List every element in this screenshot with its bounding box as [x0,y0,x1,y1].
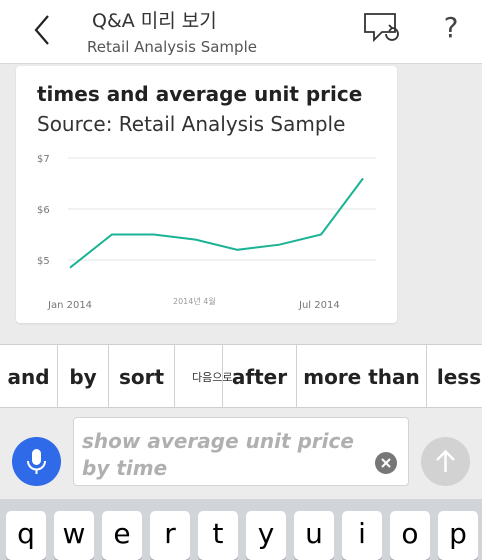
arrow-up-icon [436,449,455,472]
keyboard: q w e r t y u i o p [0,499,482,560]
x-tick-label: Jul 2014 [298,300,340,311]
chat-feedback-icon [364,13,399,43]
microphone-button[interactable] [12,437,61,486]
chart-overlay-label: 2014년 4월 [173,296,216,306]
series-group [69,177,364,269]
card-source: Source: Retail Analysis Sample [37,112,346,136]
header: Q&A 미리 보기 Retail Analysis Sample ? [0,0,482,64]
key-u[interactable]: u [294,511,334,560]
x-tick-label: Jan 2014 [47,300,92,311]
key-e[interactable]: e [102,511,142,560]
help-button[interactable]: ? [436,8,466,48]
page-subtitle: Retail Analysis Sample [87,38,257,56]
chat-area: times and average unit price Source: Ret… [0,64,482,344]
y-tick-label: $5 [37,256,50,267]
clear-button[interactable] [375,452,397,474]
suggestion-chip[interactable]: after [223,345,297,409]
microphone-icon [27,449,46,474]
answer-card[interactable]: times and average unit price Source: Ret… [16,66,397,323]
key-w[interactable]: w [54,511,94,560]
back-arrow-icon [34,15,49,45]
query-input[interactable]: show average unit price by time [73,417,409,486]
y-tick-label: $7 [37,154,50,165]
suggestion-chip[interactable]: sort [109,345,175,409]
key-r[interactable]: r [150,511,190,560]
page-title: Q&A 미리 보기 [92,10,217,32]
suggestion-chip[interactable]: by [58,345,109,409]
key-i[interactable]: i [342,511,382,560]
y-tick-label: $6 [37,205,50,216]
query-placeholder: show average unit price by time [82,429,354,480]
key-q[interactable]: q [6,511,46,560]
card-title: times and average unit price [37,82,363,106]
suggestion-chip[interactable]: more than [297,345,427,409]
send-button[interactable] [421,437,470,486]
key-p[interactable]: p [438,511,478,560]
key-o[interactable]: o [390,511,430,560]
close-icon [381,458,391,468]
input-row: show average unit price by time [0,408,482,499]
key-t[interactable]: t [198,511,238,560]
suggestion-chip[interactable]: and [0,345,58,409]
suggestion-overlay-label: 다음으로 [192,371,233,384]
suggestion-chip[interactable]: less [427,345,482,409]
key-y[interactable]: y [246,511,286,560]
line-chart[interactable]: $7 $6 $5 Jan 2014 Jul 2014 2014년 4월 [16,146,397,316]
feedback-button[interactable] [362,10,404,46]
series-line[interactable] [69,177,364,269]
back-button[interactable] [28,10,58,50]
suggestions-bar: and by sort after more than less 다음으로 [0,344,482,409]
